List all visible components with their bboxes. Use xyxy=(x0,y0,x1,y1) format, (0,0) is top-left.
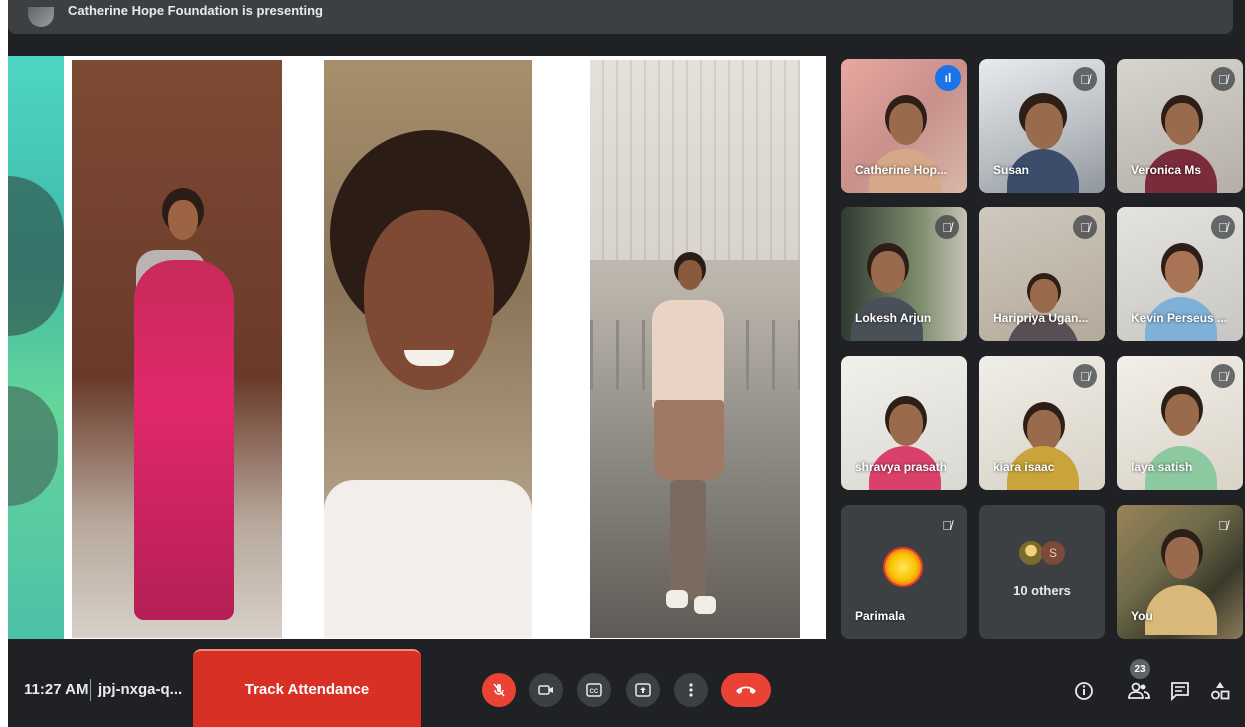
presenter-avatar xyxy=(28,7,54,27)
participant-tile[interactable]: 🎙̸ Veronica Ms xyxy=(1117,59,1243,193)
self-tile[interactable]: 🎙̸ You xyxy=(1117,505,1243,639)
meeting-code: jpj-nxga-q... xyxy=(98,681,183,698)
speaking-icon: ıl xyxy=(935,65,961,91)
slide-decoration xyxy=(8,56,64,639)
participant-tile[interactable]: 🎙̸ Haripriya Ugan... xyxy=(979,207,1105,341)
others-tile[interactable]: S 10 others xyxy=(979,505,1105,639)
mic-off-icon: 🎙̸ xyxy=(1211,364,1235,388)
mic-off-icon: 🎙̸ xyxy=(1073,215,1097,239)
participant-name: Parimala xyxy=(855,609,906,623)
slide-photo-2 xyxy=(324,60,532,638)
participant-name: Catherine Hop... xyxy=(855,163,948,177)
svg-text:CC: CC xyxy=(590,689,599,695)
participant-avatar xyxy=(1019,541,1043,565)
participant-avatar: S xyxy=(1041,541,1065,565)
captions-icon[interactable]: CC xyxy=(577,673,611,707)
participant-tile[interactable]: 🎙̸ Kevin Perseus ... xyxy=(1117,207,1243,341)
slide-photo-1 xyxy=(72,60,282,638)
mic-off-icon: 🎙̸ xyxy=(1211,67,1235,91)
mic-off-icon: 🎙̸ xyxy=(1073,364,1097,388)
more-vert-icon[interactable] xyxy=(674,673,708,707)
people-icon[interactable] xyxy=(1125,677,1153,705)
chat-icon[interactable] xyxy=(1166,677,1194,705)
camera-icon[interactable] xyxy=(529,673,563,707)
participant-name: Lokesh Arjun xyxy=(855,311,932,325)
participant-name: shravya prasath xyxy=(855,460,948,474)
presenting-text: Catherine Hope Foundation is presenting xyxy=(68,2,323,18)
shared-screen xyxy=(8,56,826,639)
activities-icon[interactable] xyxy=(1206,677,1234,705)
info-icon[interactable] xyxy=(1070,677,1098,705)
participant-name: Veronica Ms xyxy=(1131,163,1202,177)
present-icon[interactable] xyxy=(626,673,660,707)
mic-off-icon: 🎙̸ xyxy=(935,215,959,239)
mic-off-icon[interactable] xyxy=(482,673,516,707)
slide-photo-3 xyxy=(590,60,800,638)
participant-tile[interactable]: ıl Catherine Hop... xyxy=(841,59,967,193)
participant-name: Kevin Perseus ... xyxy=(1131,311,1228,325)
others-count: 10 others xyxy=(1013,583,1071,598)
presenting-banner: Catherine Hope Foundation is presenting xyxy=(8,0,1233,34)
mic-off-icon: 🎙̸ xyxy=(1073,67,1097,91)
participant-tile[interactable]: 🎙̸ Lokesh Arjun xyxy=(841,207,967,341)
participant-tile[interactable]: 🎙̸ Parimala xyxy=(841,505,967,639)
mic-off-icon: 🎙̸ xyxy=(1218,517,1228,533)
participant-name: Haripriya Ugan... xyxy=(993,311,1089,325)
clock: 11:27 AM xyxy=(24,681,89,698)
participant-name: laya satish xyxy=(1131,460,1193,474)
participant-tile[interactable]: 🎙̸ laya satish xyxy=(1117,356,1243,490)
participant-tile[interactable]: 🎙̸ kiara isaac xyxy=(979,356,1105,490)
participant-tile[interactable]: shravya prasath xyxy=(841,356,967,490)
people-count-badge: 23 xyxy=(1130,659,1150,679)
control-bar: 11:27 AM jpj-nxga-q... Track Attendance … xyxy=(8,647,1245,727)
participant-avatar xyxy=(883,547,923,587)
participant-tile[interactable]: 🎙̸ Susan xyxy=(979,59,1105,193)
mic-off-icon: 🎙̸ xyxy=(1211,215,1235,239)
track-attendance-button[interactable]: Track Attendance xyxy=(193,649,421,727)
participant-name: You xyxy=(1131,609,1153,623)
mic-off-icon: 🎙̸ xyxy=(942,517,952,533)
divider xyxy=(90,679,91,701)
call-end-icon[interactable] xyxy=(721,673,771,707)
participant-name: kiara isaac xyxy=(993,460,1055,474)
participant-name: Susan xyxy=(993,163,1030,177)
